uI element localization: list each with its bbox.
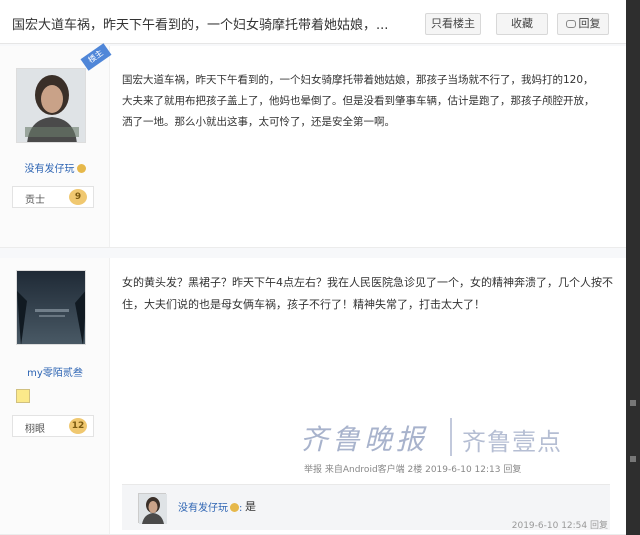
post-content: 国宏大道车祸，昨天下午看到的，一个妇女骑摩托带着她姑娘，那孩子当场就不行了，我妈… xyxy=(122,74,595,128)
op-badge: 楼主 xyxy=(80,43,112,71)
post-content: 女的黄头发？黑裙子？昨天下午4点左右？我在人民医院急诊见了一个，女的精神奔溃了，… xyxy=(122,276,613,311)
post-floor-2: my零陌贰叁 栩眼 12 女的黄头发？黑裙子？昨天下午4点左右？我在人民医院急诊… xyxy=(0,258,626,535)
avatar-night-scene-icon xyxy=(17,271,85,344)
sub-reply-colon: : xyxy=(239,503,243,514)
member-badge-icon xyxy=(16,389,30,403)
author-panel: my零陌贰叁 栩眼 12 xyxy=(0,258,110,534)
watermark-divider xyxy=(450,418,452,456)
thread-page: 国宏大道车祸，昨天下午看到的，一个妇女骑摩托带着她姑娘，... 只看楼主 收藏 … xyxy=(0,0,626,535)
level-name: 栩眼 xyxy=(25,424,45,435)
sub-reply: 没有发仔玩: 是 2019-6-10 12:54 回复 xyxy=(122,484,610,531)
sub-reply-author-text: 没有发仔玩 xyxy=(178,503,228,514)
level-number: 12 xyxy=(69,418,87,434)
watermark: 齐鲁晚报 齐鲁壹点 xyxy=(300,412,600,462)
level-badge: 栩眼 12 xyxy=(12,415,94,437)
level-number: 9 xyxy=(69,189,87,205)
post-meta: 举报 来自Android客户端 2楼 2019-6-10 12:13 回复 xyxy=(304,465,522,475)
reply-button[interactable]: 回复 xyxy=(557,13,609,35)
sub-reply-meta: 2019-6-10 12:54 回复 xyxy=(511,521,608,531)
sub-reply-avatar[interactable] xyxy=(138,493,167,524)
author-name-text: 没有发仔玩 xyxy=(24,164,75,175)
watermark-logo-left: 齐鲁晚报 xyxy=(300,423,429,456)
collect-button[interactable]: 收藏 xyxy=(496,13,548,35)
sub-reply-text: 是 xyxy=(245,500,256,513)
avatar-portrait-icon xyxy=(139,494,167,524)
medal-icon xyxy=(76,164,86,173)
medal-icon xyxy=(230,503,239,512)
sub-reply-author[interactable]: 没有发仔玩: xyxy=(178,499,242,514)
scrollbar[interactable] xyxy=(626,0,640,535)
level-name: 贡士 xyxy=(25,195,45,206)
scrollbar-mark xyxy=(630,400,636,406)
post-floor-1: 楼主 没有发仔玩 贡士 9 国宏大道车祸，昨天下午看到的，一个妇女骑摩托带着她姑… xyxy=(0,43,626,248)
only-op-button[interactable]: 只看楼主 xyxy=(425,13,481,35)
reply-label: 回复 xyxy=(578,17,601,30)
author-name[interactable]: 没有发仔玩 xyxy=(0,160,110,175)
level-badge: 贡士 9 xyxy=(12,186,94,208)
avatar-portrait-icon xyxy=(17,69,85,142)
thread-header: 国宏大道车祸，昨天下午看到的，一个妇女骑摩托带着她姑娘，... 只看楼主 收藏 … xyxy=(0,0,626,44)
avatar[interactable] xyxy=(16,270,86,345)
scrollbar-mark xyxy=(630,456,636,462)
author-name[interactable]: my零陌贰叁 xyxy=(0,364,110,379)
author-panel: 楼主 没有发仔玩 贡士 9 xyxy=(0,43,112,247)
avatar[interactable] xyxy=(16,68,86,143)
thread-title: 国宏大道车祸，昨天下午看到的，一个妇女骑摩托带着她姑娘，... xyxy=(12,18,389,33)
watermark-logo-right: 齐鲁壹点 xyxy=(462,428,562,456)
reply-icon xyxy=(565,20,576,28)
